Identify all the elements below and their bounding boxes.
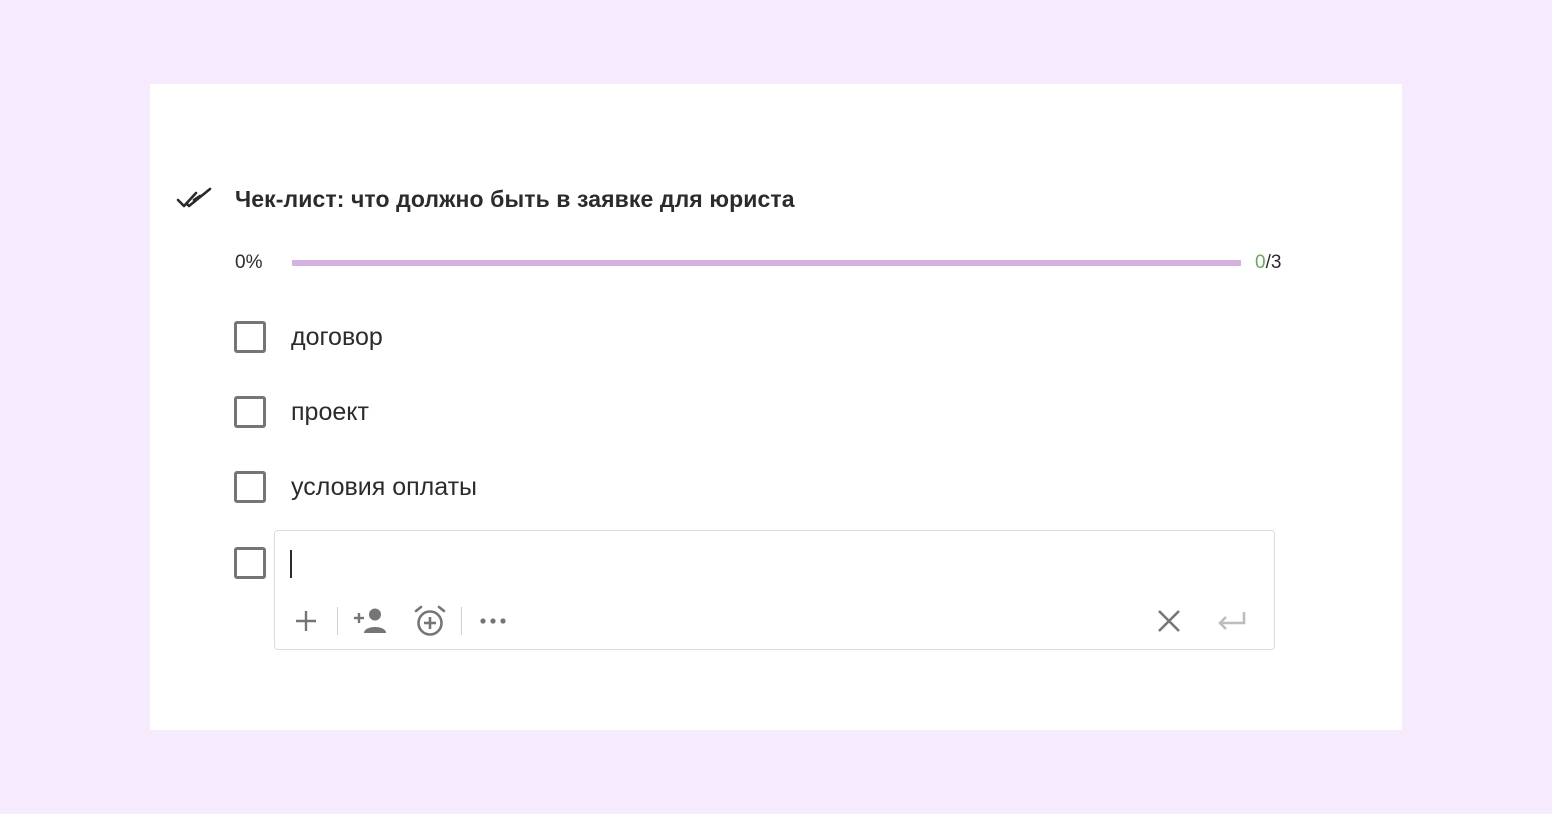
more-button[interactable] <box>473 601 513 641</box>
toolbar-divider <box>461 607 462 635</box>
alarm-add-icon <box>414 605 446 636</box>
item-label: условия оплаты <box>291 472 478 501</box>
item-label: проект <box>291 397 369 426</box>
progress-percent: 0% <box>235 252 263 273</box>
progress-completed: 0 <box>1255 252 1266 273</box>
new-item-input[interactable] <box>289 545 1249 581</box>
checklist-item[interactable]: договор <box>234 320 477 354</box>
progress-total: 3 <box>1270 252 1282 273</box>
more-icon <box>480 618 506 624</box>
checklist-item[interactable]: проект <box>234 395 477 429</box>
checklist-items: договор проект условия оплаты <box>234 320 477 545</box>
checklist-card: Чек-лист: что должно быть в заявке для ю… <box>150 84 1402 730</box>
double-check-icon <box>176 182 216 216</box>
enter-icon <box>1218 612 1246 630</box>
submit-item-button[interactable] <box>1211 601 1251 641</box>
progress-bar <box>292 260 1241 266</box>
assign-person-icon <box>354 608 386 633</box>
plus-icon <box>296 611 316 631</box>
new-item-checkbox[interactable] <box>234 547 266 579</box>
checklist-item[interactable]: условия оплаты <box>234 470 477 504</box>
item-label: договор <box>291 322 383 351</box>
progress-count: 0/3 <box>1255 250 1281 276</box>
checklist-header: Чек-лист: что должно быть в заявке для ю… <box>176 182 795 216</box>
toolbar-divider <box>337 607 338 635</box>
cancel-button[interactable] <box>1149 601 1189 641</box>
add-reminder-button[interactable] <box>410 601 450 641</box>
text-caret <box>290 550 292 578</box>
checklist-title: Чек-лист: что должно быть в заявке для ю… <box>235 185 795 212</box>
item-checkbox[interactable] <box>234 471 266 503</box>
item-checkbox[interactable] <box>234 396 266 428</box>
new-item-editor <box>274 530 1275 650</box>
assign-person-button[interactable] <box>350 601 390 641</box>
checklist-progress: 0% 0/3 <box>235 250 1295 276</box>
item-checkbox[interactable] <box>234 321 266 353</box>
editor-toolbar <box>275 601 1274 641</box>
add-button[interactable] <box>286 601 326 641</box>
close-icon <box>1158 610 1180 632</box>
